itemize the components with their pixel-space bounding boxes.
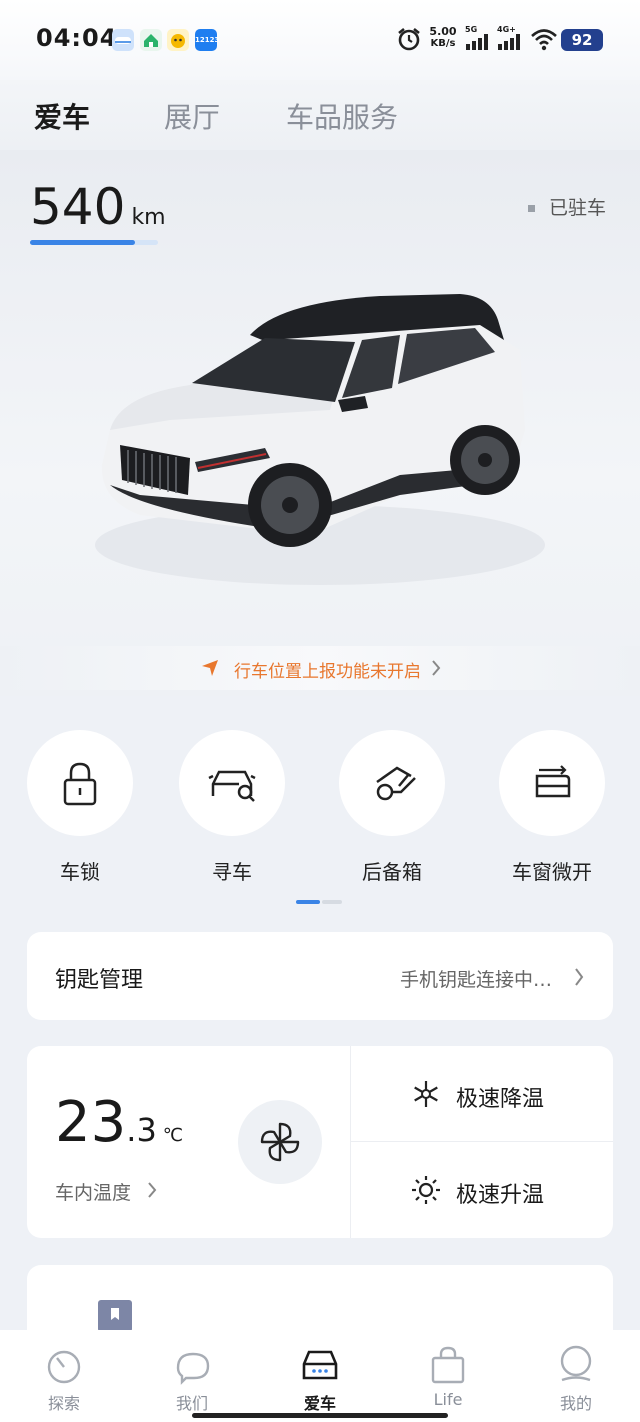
quick-heat-button[interactable]: 极速升温 [351, 1142, 613, 1238]
tab-car-services[interactable]: 车品服务 [286, 96, 398, 136]
nav-life[interactable]: Life [408, 1390, 488, 1409]
key-status: 手机钥匙连接中… [400, 969, 553, 991]
fan-button[interactable] [238, 1100, 322, 1184]
interior-temperature: 23.3 ℃ [55, 1090, 184, 1155]
explore-icon[interactable] [44, 1346, 84, 1390]
home-app-icon [140, 29, 162, 51]
car-icon[interactable] [298, 1344, 342, 1388]
trunk-icon [376, 766, 416, 801]
interior-temperature-label[interactable]: 车内温度 [55, 1178, 131, 1205]
range-bar-fill [30, 240, 135, 245]
status-time: 04:04 [36, 24, 118, 52]
quick-heat-label: 极速升温 [456, 1183, 545, 1208]
yellow-app-icon [167, 29, 189, 51]
nav-me[interactable]: 我的 [536, 1390, 616, 1414]
pager-dot[interactable] [322, 900, 342, 904]
parked-status: 已驻车 [528, 193, 606, 220]
profile-icon[interactable] [556, 1344, 596, 1390]
signal-4g-icon [498, 34, 524, 54]
tab-my-car[interactable]: 爱车 [34, 96, 90, 136]
range-display: 540 km [30, 178, 166, 236]
chevron-right-icon [146, 1181, 158, 1203]
quick-cool-button[interactable]: 极速降温 [351, 1046, 613, 1141]
signal-5g-label: 5G [465, 25, 478, 34]
cloud-app-icon [112, 29, 134, 51]
battery-indicator: 92 [561, 29, 603, 51]
alarm-icon [396, 26, 422, 56]
location-notice-text: 行车位置上报功能未开启 [234, 662, 421, 682]
find-car-button[interactable] [179, 730, 285, 836]
nav-us[interactable]: 我们 [152, 1390, 232, 1414]
trunk-label: 后备箱 [362, 860, 422, 884]
trunk-button[interactable] [339, 730, 445, 836]
window-vent-button[interactable] [499, 730, 605, 836]
nav-explore[interactable]: 探索 [24, 1390, 104, 1414]
lock-label: 车锁 [60, 860, 100, 884]
shopping-bag-icon[interactable] [428, 1344, 468, 1390]
range-unit: km [131, 205, 166, 230]
tab-showroom[interactable]: 展厅 [164, 96, 220, 136]
chevron-right-icon [430, 659, 442, 681]
navigation-arrow-icon [200, 658, 220, 682]
parked-indicator [528, 205, 535, 212]
lock-button[interactable] [27, 730, 133, 836]
quick-cool-label: 极速降温 [456, 1087, 545, 1112]
signal-5g-icon [466, 34, 492, 54]
window-vent-label: 车窗微开 [512, 860, 592, 884]
home-indicator[interactable] [192, 1413, 448, 1418]
nav-my-car[interactable]: 爱车 [280, 1390, 360, 1414]
car-image[interactable] [80, 280, 550, 604]
signal-4g-label: 4G+ [497, 25, 516, 34]
network-speed: 5.00 KB/s [429, 25, 457, 50]
key-management-title: 钥匙管理 [55, 968, 144, 993]
find-car-icon [208, 770, 256, 802]
sun-icon [412, 1176, 440, 1204]
window-icon [535, 765, 571, 798]
find-car-label: 寻车 [212, 860, 252, 884]
fan-icon [260, 1122, 300, 1162]
pager-dot-active[interactable] [296, 900, 320, 904]
lock-icon [63, 762, 97, 806]
snowflake-icon [414, 1081, 438, 1107]
chevron-right-icon [573, 967, 585, 991]
12123-app-icon: 12123 [195, 29, 219, 51]
chat-icon[interactable] [172, 1346, 214, 1390]
wifi-icon [530, 27, 558, 55]
range-value: 540 [30, 178, 126, 236]
